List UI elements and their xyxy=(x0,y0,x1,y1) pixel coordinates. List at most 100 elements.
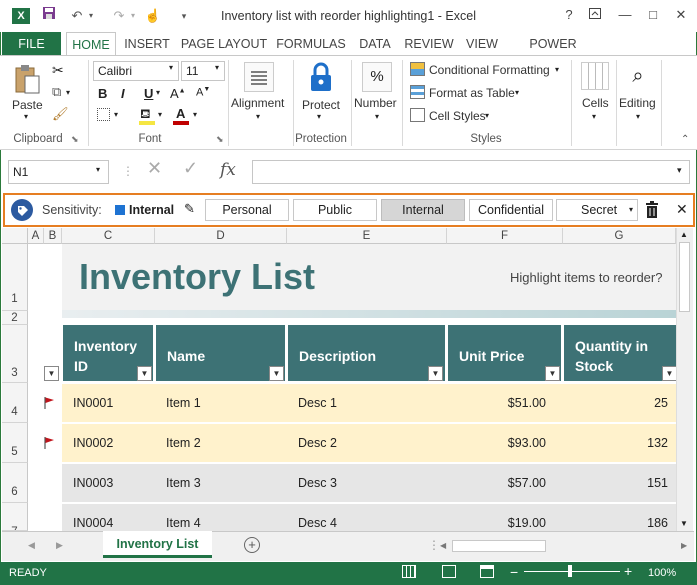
select-all-corner[interactable] xyxy=(2,228,28,244)
cell-quantity[interactable]: 186 xyxy=(562,504,668,531)
cell-unit-price[interactable]: $57.00 xyxy=(448,464,546,502)
alignment-button[interactable]: Alignment xyxy=(231,96,284,110)
cells-button[interactable]: Cells xyxy=(582,96,609,110)
tab-file[interactable]: FILE xyxy=(2,32,61,56)
paste-icon[interactable] xyxy=(13,62,43,96)
tab-review[interactable]: REVIEW xyxy=(402,32,456,56)
clipboard-launcher-icon[interactable]: ⬊ xyxy=(71,134,79,145)
editing-button[interactable]: Editing xyxy=(619,96,656,110)
scroll-left-icon[interactable]: ◀ xyxy=(440,541,446,550)
font-color-dropdown-icon[interactable]: ▾ xyxy=(193,110,197,119)
increase-font-icon[interactable]: A▲ xyxy=(170,86,186,101)
format-as-table-button[interactable]: Format as Table xyxy=(429,86,515,100)
cell-styles-dropdown-icon[interactable]: ▾ xyxy=(485,111,489,120)
column-header-f[interactable]: F xyxy=(447,228,563,244)
trash-icon[interactable] xyxy=(645,201,659,219)
column-header-d[interactable]: D xyxy=(155,228,287,244)
touch-mode-icon[interactable]: ☝ xyxy=(144,6,162,26)
row-header-7[interactable]: 7 xyxy=(2,503,28,531)
paste-button[interactable]: Paste xyxy=(12,98,43,112)
cell-description[interactable]: Desc 1 xyxy=(298,384,438,422)
font-color-icon[interactable]: A xyxy=(176,106,185,121)
paste-dropdown-icon[interactable]: ▾ xyxy=(24,112,28,121)
filter-description-icon[interactable]: ▼ xyxy=(428,366,443,381)
page-break-view-icon[interactable] xyxy=(480,565,494,578)
sensitivity-public-button[interactable]: Public xyxy=(293,199,377,221)
sheet-nav-next-icon[interactable]: ▶ xyxy=(56,540,63,551)
cell-name[interactable]: Item 1 xyxy=(166,384,286,422)
tab-home[interactable]: HOME xyxy=(66,32,116,56)
borders-icon[interactable] xyxy=(97,108,110,121)
zoom-in-icon[interactable]: + xyxy=(624,563,632,579)
row-header-2[interactable]: 2 xyxy=(2,311,28,325)
close-sensitivity-icon[interactable]: ✕ xyxy=(676,201,688,218)
cell-name[interactable]: Item 4 xyxy=(166,504,286,531)
filter-dropdown-icon[interactable]: ▼ xyxy=(44,366,59,381)
tab-formulas[interactable]: FORMULAS xyxy=(276,32,346,56)
column-header-b[interactable]: B xyxy=(44,228,62,244)
row-header-3[interactable]: 3 xyxy=(2,325,28,383)
number-button[interactable]: Number xyxy=(354,96,397,110)
column-header-g[interactable]: G xyxy=(563,228,676,244)
maximize-icon[interactable]: □ xyxy=(640,4,666,26)
binoculars-icon[interactable]: ⌕ xyxy=(624,62,652,90)
save-icon[interactable] xyxy=(40,6,58,26)
formula-input[interactable] xyxy=(252,160,690,184)
cell-inventory-id[interactable]: IN0002 xyxy=(73,424,163,462)
name-box-dropdown-icon[interactable]: ▾ xyxy=(96,165,100,174)
horizontal-scroll-thumb[interactable] xyxy=(452,540,546,552)
add-sheet-icon[interactable]: + xyxy=(244,537,260,553)
column-header-e[interactable]: E xyxy=(287,228,447,244)
row-header-6[interactable]: 6 xyxy=(2,463,28,503)
cells-dropdown-icon[interactable]: ▾ xyxy=(592,112,596,121)
cell-unit-price[interactable]: $19.00 xyxy=(448,504,546,531)
copy-icon[interactable]: ⧉ xyxy=(52,84,61,100)
conditional-formatting-button[interactable]: Conditional Formatting xyxy=(429,63,550,77)
expand-formula-bar-icon[interactable]: ▾ xyxy=(677,165,682,176)
tab-data[interactable]: DATA xyxy=(354,32,396,56)
help-icon[interactable]: ? xyxy=(556,4,582,26)
cell-styles-button[interactable]: Cell Styles xyxy=(429,109,486,123)
protect-button[interactable]: Protect xyxy=(302,98,340,112)
italic-button[interactable]: I xyxy=(121,86,125,101)
scroll-up-icon[interactable]: ▲ xyxy=(680,230,688,239)
cells-icon[interactable] xyxy=(581,62,609,90)
insert-function-icon[interactable]: fx xyxy=(220,160,236,180)
filter-quantity-icon[interactable]: ▼ xyxy=(662,366,676,381)
sensitivity-secret-dropdown[interactable]: Secret ▾ xyxy=(556,199,638,221)
cell-unit-price[interactable]: $93.00 xyxy=(448,424,546,462)
redo-dropdown-icon[interactable]: ▾ xyxy=(128,6,138,26)
page-layout-view-icon[interactable] xyxy=(442,565,456,578)
cell-description[interactable]: Desc 2 xyxy=(298,424,438,462)
borders-dropdown-icon[interactable]: ▾ xyxy=(114,110,118,119)
percent-icon[interactable]: % xyxy=(362,62,392,92)
alignment-icon[interactable] xyxy=(244,62,274,92)
zoom-out-icon[interactable]: − xyxy=(510,564,518,580)
format-painter-icon[interactable]: 🖌 xyxy=(52,106,69,122)
fill-color-dropdown-icon[interactable]: ▾ xyxy=(158,110,162,119)
column-header-c[interactable]: C xyxy=(62,228,155,244)
normal-view-icon[interactable] xyxy=(402,565,416,578)
cell-description[interactable]: Desc 3 xyxy=(298,464,438,502)
tab-page-layout[interactable]: PAGE LAYOUT xyxy=(180,32,268,56)
name-box[interactable]: N1 xyxy=(8,160,109,184)
decrease-font-icon[interactable]: A▼ xyxy=(196,86,210,99)
sensitivity-internal-button[interactable]: Internal xyxy=(381,199,465,221)
close-icon[interactable]: ✕ xyxy=(668,4,694,26)
sheet-nav-prev-icon[interactable]: ◀ xyxy=(28,540,35,551)
filter-unit-price-icon[interactable]: ▼ xyxy=(545,366,560,381)
zoom-slider-thumb[interactable] xyxy=(568,565,572,577)
customize-quick-access-icon[interactable]: ▾ xyxy=(178,6,190,26)
filter-name-icon[interactable]: ▼ xyxy=(269,366,284,381)
format-as-table-dropdown-icon[interactable]: ▾ xyxy=(515,88,519,97)
edit-sensitivity-icon[interactable]: ✎ xyxy=(184,201,195,217)
cut-icon[interactable]: ✂ xyxy=(52,62,64,79)
undo-dropdown-icon[interactable]: ▾ xyxy=(86,6,96,26)
sheet-tab-inventory-list[interactable]: Inventory List xyxy=(103,531,212,558)
row-header-5[interactable]: 5 xyxy=(2,423,28,463)
font-name-dropdown-icon[interactable]: ▾ xyxy=(169,63,173,72)
tab-view[interactable]: VIEW xyxy=(462,32,502,56)
cell-quantity[interactable]: 132 xyxy=(562,424,668,462)
redo-icon[interactable]: ↷ xyxy=(110,6,128,26)
underline-button[interactable]: U xyxy=(144,86,153,101)
